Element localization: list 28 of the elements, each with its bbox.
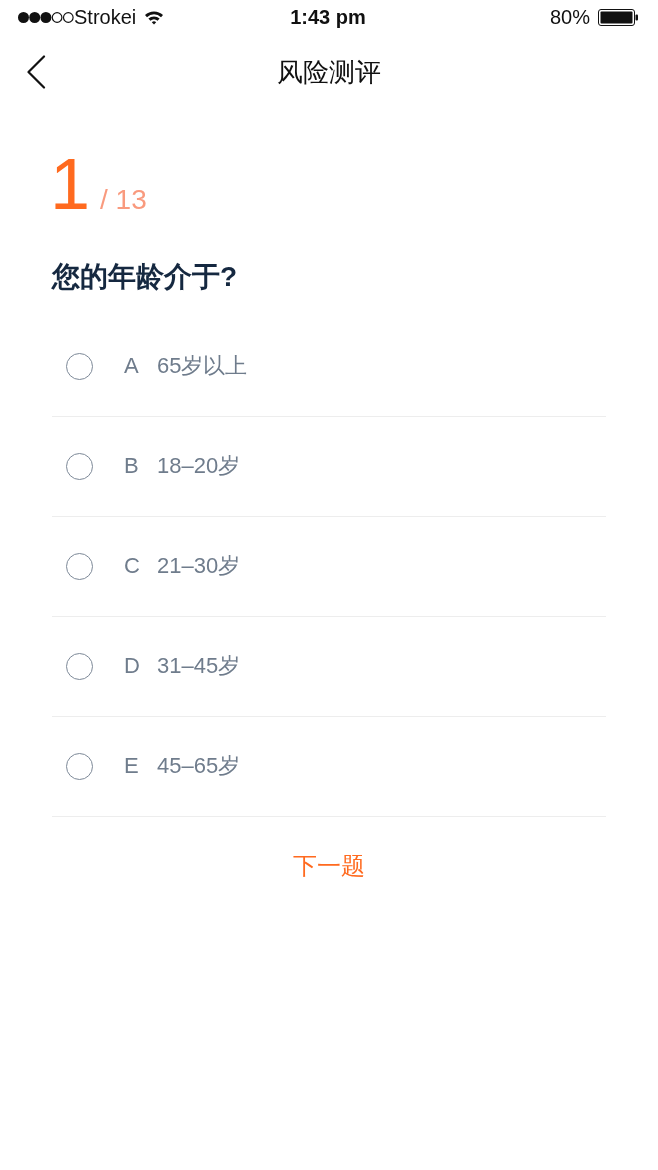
option-text: 65岁以上 xyxy=(157,352,248,381)
answer-option[interactable]: C 21–30岁 xyxy=(52,516,606,617)
option-letter: B xyxy=(124,453,140,480)
chevron-left-icon xyxy=(26,55,46,89)
option-text: 18–20岁 xyxy=(157,452,241,481)
wifi-icon xyxy=(144,9,165,25)
option-letter: A xyxy=(124,353,140,380)
answer-option[interactable]: B 18–20岁 xyxy=(52,416,606,517)
current-question-number: 1 xyxy=(50,148,91,220)
answer-option[interactable]: E 45–65岁 xyxy=(52,716,606,817)
answer-option[interactable]: A 65岁以上 xyxy=(52,316,606,417)
option-text: 31–45岁 xyxy=(157,652,241,681)
question-text: 您的年龄介于? xyxy=(52,260,238,294)
option-letter: C xyxy=(124,553,141,580)
next-question-button[interactable]: 下一题 xyxy=(293,848,365,883)
page-title: 风险测评 xyxy=(277,55,381,89)
question-total: / 13 xyxy=(100,186,147,214)
option-text: 45–65岁 xyxy=(157,752,241,781)
back-button[interactable] xyxy=(26,55,46,89)
battery-icon xyxy=(598,8,638,26)
carrier-name: Strokei xyxy=(74,5,137,29)
status-time: 1:43 pm xyxy=(290,5,366,29)
option-text: 21–30岁 xyxy=(157,552,241,581)
option-letter: D xyxy=(124,653,141,680)
signal-icon xyxy=(18,11,74,23)
battery-percent: 80% xyxy=(549,5,590,29)
answer-option[interactable]: D 31–45岁 xyxy=(52,616,606,717)
option-letter: E xyxy=(124,753,140,780)
